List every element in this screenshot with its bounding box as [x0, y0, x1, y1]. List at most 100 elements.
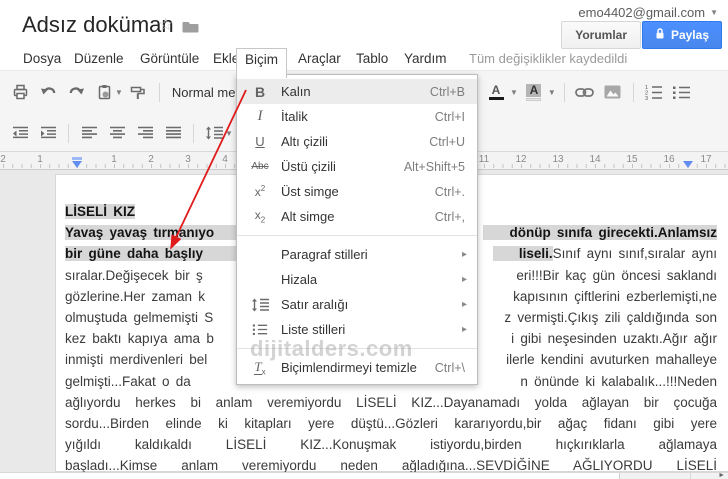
line-spacing-dropdown-icon[interactable]: ▼	[225, 129, 233, 138]
submenu-arrow-icon: ▸	[461, 299, 467, 310]
save-status: Tüm değişiklikler kaydedildi	[469, 51, 628, 66]
format-menu-item-bi-imlendirmeyi-temizle[interactable]: Tx Biçimlendirmeyi temizle Ctrl+\	[237, 355, 477, 380]
format-menu-item-paragraf-stilleri[interactable]: Paragraf stilleri ▸	[237, 242, 477, 267]
insert-image-icon[interactable]	[602, 79, 624, 105]
account-menu[interactable]: emo4402@gmail.com ▼	[578, 5, 718, 20]
list-styles-icon	[247, 323, 273, 336]
format-menu-item-sat-r-aral-[interactable]: Satır aralığı ▸	[237, 292, 477, 317]
menu-item-label: Hizala	[281, 272, 318, 287]
svg-text:3: 3	[645, 96, 648, 100]
menu-item-label: Üstü çizili	[281, 159, 336, 174]
format-menu-item-alt-simge[interactable]: x2 Alt simge Ctrl+,	[237, 204, 477, 229]
scrollbar-divider	[690, 473, 691, 479]
comments-button[interactable]: Yorumlar	[561, 21, 641, 49]
line-spacing-icon[interactable]	[203, 120, 225, 146]
text-color-dropdown-icon[interactable]: ▼	[510, 88, 518, 97]
ruler-number: 3	[185, 154, 191, 165]
submenu-arrow-icon: ▸	[461, 324, 467, 335]
numbered-list-icon[interactable]: 123	[643, 79, 665, 105]
ruler-number: 2	[148, 154, 154, 165]
bold-icon: B	[254, 83, 266, 100]
ruler-number: 2	[0, 154, 6, 165]
format-menu-item-i-talik[interactable]: I İtalik Ctrl+I	[237, 104, 477, 129]
folder-icon[interactable]	[182, 20, 199, 38]
menu-item-shortcut: Ctrl+I	[434, 109, 465, 124]
account-email: emo4402@gmail.com	[578, 5, 706, 20]
left-indent-marker[interactable]	[72, 161, 82, 168]
print-icon[interactable]	[9, 79, 31, 105]
format-menu-item--st-simge[interactable]: x2 Üst simge Ctrl+.	[237, 179, 477, 204]
menu-item-label: Biçimlendirmeyi temizle	[281, 360, 417, 375]
menubar-item-tablo[interactable]: Tablo	[348, 48, 396, 69]
format-menu-item-hizala[interactable]: Hizala ▸	[237, 267, 477, 292]
scroll-right-icon[interactable]: ►	[718, 472, 725, 479]
toolbar-separator	[68, 123, 69, 143]
menubar-item-biim[interactable]: Biçim	[236, 48, 287, 78]
star-icon[interactable]: ☆	[158, 15, 173, 35]
align-left-icon[interactable]	[78, 120, 100, 146]
share-button-label: Paylaş	[670, 28, 709, 42]
format-menu-item--st-izili[interactable]: Abc Üstü çizili Alt+Shift+5	[237, 154, 477, 179]
toolbar-separator	[563, 82, 565, 102]
toolbar-separator	[632, 82, 634, 102]
document-line: yığıldı kaldıkaldı LİSELİ KIZ...Konuşmak…	[65, 437, 717, 453]
document-title[interactable]: Adsız doküman	[22, 12, 174, 38]
menu-item-label: Liste stilleri	[281, 322, 346, 337]
menu-item-shortcut: Ctrl+B	[429, 84, 465, 99]
strikethrough-icon: Abc	[251, 161, 269, 172]
redo-icon[interactable]	[65, 79, 87, 105]
ruler-number: 14	[589, 154, 601, 165]
bullet-list-icon[interactable]	[671, 79, 693, 105]
menubar-item-dzenle[interactable]: Düzenle	[66, 48, 132, 69]
document-line: sordu...Birden elinde ki kitapları yere …	[65, 416, 717, 431]
indent-icon[interactable]	[37, 120, 59, 146]
format-menu-item-alt-izili[interactable]: U Altı çizili Ctrl+U	[237, 129, 477, 154]
insert-link-icon[interactable]	[574, 79, 596, 105]
share-button[interactable]: Paylaş	[641, 21, 722, 49]
ruler-number: 17	[700, 154, 712, 165]
ruler-number: 13	[552, 154, 564, 165]
comments-button-label: Yorumlar	[575, 28, 627, 42]
web-clipboard-icon[interactable]	[93, 79, 115, 105]
menu-item-shortcut: Ctrl+U	[429, 134, 465, 149]
menubar-item-yardm[interactable]: Yardım	[396, 48, 455, 69]
menu-item-label: Üst simge	[281, 184, 339, 199]
ruler-number: 15	[626, 154, 638, 165]
ruler-number: 16	[663, 154, 675, 165]
superscript-icon: x2	[254, 184, 266, 199]
menubar-item-aralar[interactable]: Araçlar	[290, 48, 349, 69]
menubar-item-grntle[interactable]: Görüntüle	[132, 48, 207, 69]
outdent-icon[interactable]	[9, 120, 31, 146]
first-line-indent-marker[interactable]	[72, 157, 82, 160]
text-color-icon[interactable]: A	[485, 79, 507, 105]
format-menu-item-kal-n[interactable]: B Kalın Ctrl+B	[237, 79, 477, 104]
menu-item-shortcut: Ctrl+,	[434, 209, 465, 224]
chevron-down-icon: ▼	[710, 8, 718, 17]
clear-formatting-icon: Tx	[254, 358, 266, 377]
format-menu-item-liste-stilleri[interactable]: Liste stilleri ▸	[237, 317, 477, 342]
highlight-color-icon[interactable]: A	[523, 79, 545, 105]
align-center-icon[interactable]	[106, 120, 128, 146]
subscript-icon: x2	[254, 208, 266, 225]
submenu-arrow-icon: ▸	[461, 274, 467, 285]
ruler-number: 1	[111, 154, 117, 165]
scrollbar-thumb[interactable]	[0, 473, 620, 479]
right-indent-marker[interactable]	[683, 161, 693, 168]
menu-item-label: Altı çizili	[281, 134, 328, 149]
menubar-item-dosya[interactable]: Dosya	[15, 48, 69, 69]
menu-item-label: Alt simge	[281, 209, 335, 224]
undo-icon[interactable]	[37, 79, 59, 105]
underline-icon: U	[255, 134, 265, 149]
italic-icon: I	[257, 108, 263, 124]
align-justify-icon[interactable]	[162, 120, 184, 146]
menu-separator	[237, 235, 477, 236]
align-right-icon[interactable]	[134, 120, 156, 146]
menu-item-label: Kalın	[281, 84, 311, 99]
paint-format-icon[interactable]	[128, 79, 150, 105]
menu-item-label: İtalik	[281, 109, 308, 124]
ruler-number: 12	[515, 154, 527, 165]
highlight-color-dropdown-icon[interactable]: ▼	[548, 88, 556, 97]
google-docs-window: Adsız doküman ☆ emo4402@gmail.com ▼ Yoru…	[0, 0, 728, 479]
ruler-number: 1	[37, 154, 43, 165]
web-clipboard-dropdown-icon[interactable]: ▼	[115, 88, 123, 97]
